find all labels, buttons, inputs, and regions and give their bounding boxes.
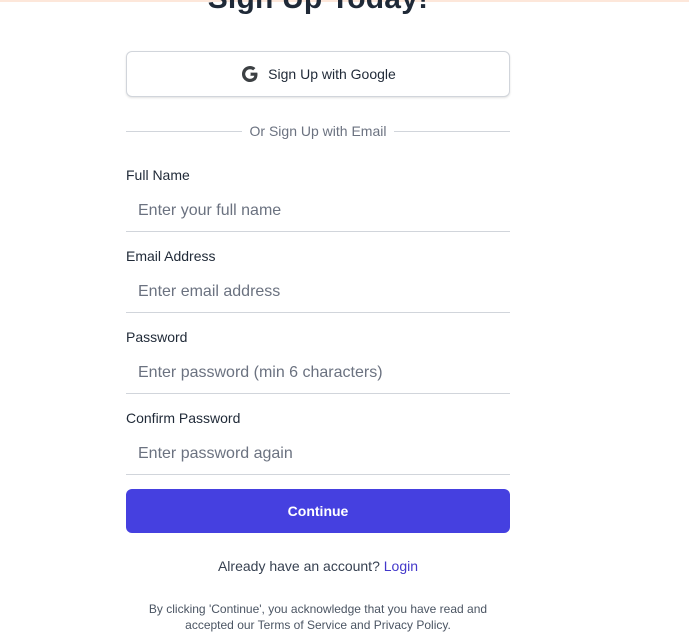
full-name-group: Full Name (126, 166, 510, 232)
full-name-label: Full Name (126, 167, 190, 183)
email-divider: Or Sign Up with Email (126, 122, 510, 140)
password-group: Password (126, 328, 510, 394)
google-signup-button[interactable]: Sign Up with Google (126, 51, 510, 97)
legal-notice: By clicking 'Continue', you acknowledge … (148, 602, 488, 632)
login-prompt-text: Already have an account? (217, 558, 380, 574)
continue-button[interactable]: Continue (126, 489, 510, 533)
signup-page: Sign Up Today! Sign Up with Google Or Si… (0, 0, 689, 640)
email-label: Email Address (126, 248, 216, 264)
login-link[interactable]: Login (384, 558, 418, 574)
confirm-password-input[interactable] (126, 434, 510, 475)
full-name-input[interactable] (126, 191, 510, 232)
login-prompt-row: Already have an account? Login (126, 558, 510, 574)
confirm-password-group: Confirm Password (126, 409, 510, 475)
email-group: Email Address (126, 247, 510, 313)
google-icon (240, 64, 260, 84)
confirm-password-label: Confirm Password (126, 410, 241, 426)
email-input[interactable] (126, 272, 510, 313)
divider-line-left (126, 130, 242, 132)
google-signup-label: Sign Up with Google (268, 66, 396, 82)
divider-label: Or Sign Up with Email (249, 123, 387, 139)
divider-line-right (394, 130, 510, 132)
page-title: Sign Up Today! (0, 0, 636, 16)
password-input[interactable] (126, 353, 510, 394)
password-label: Password (126, 329, 188, 345)
